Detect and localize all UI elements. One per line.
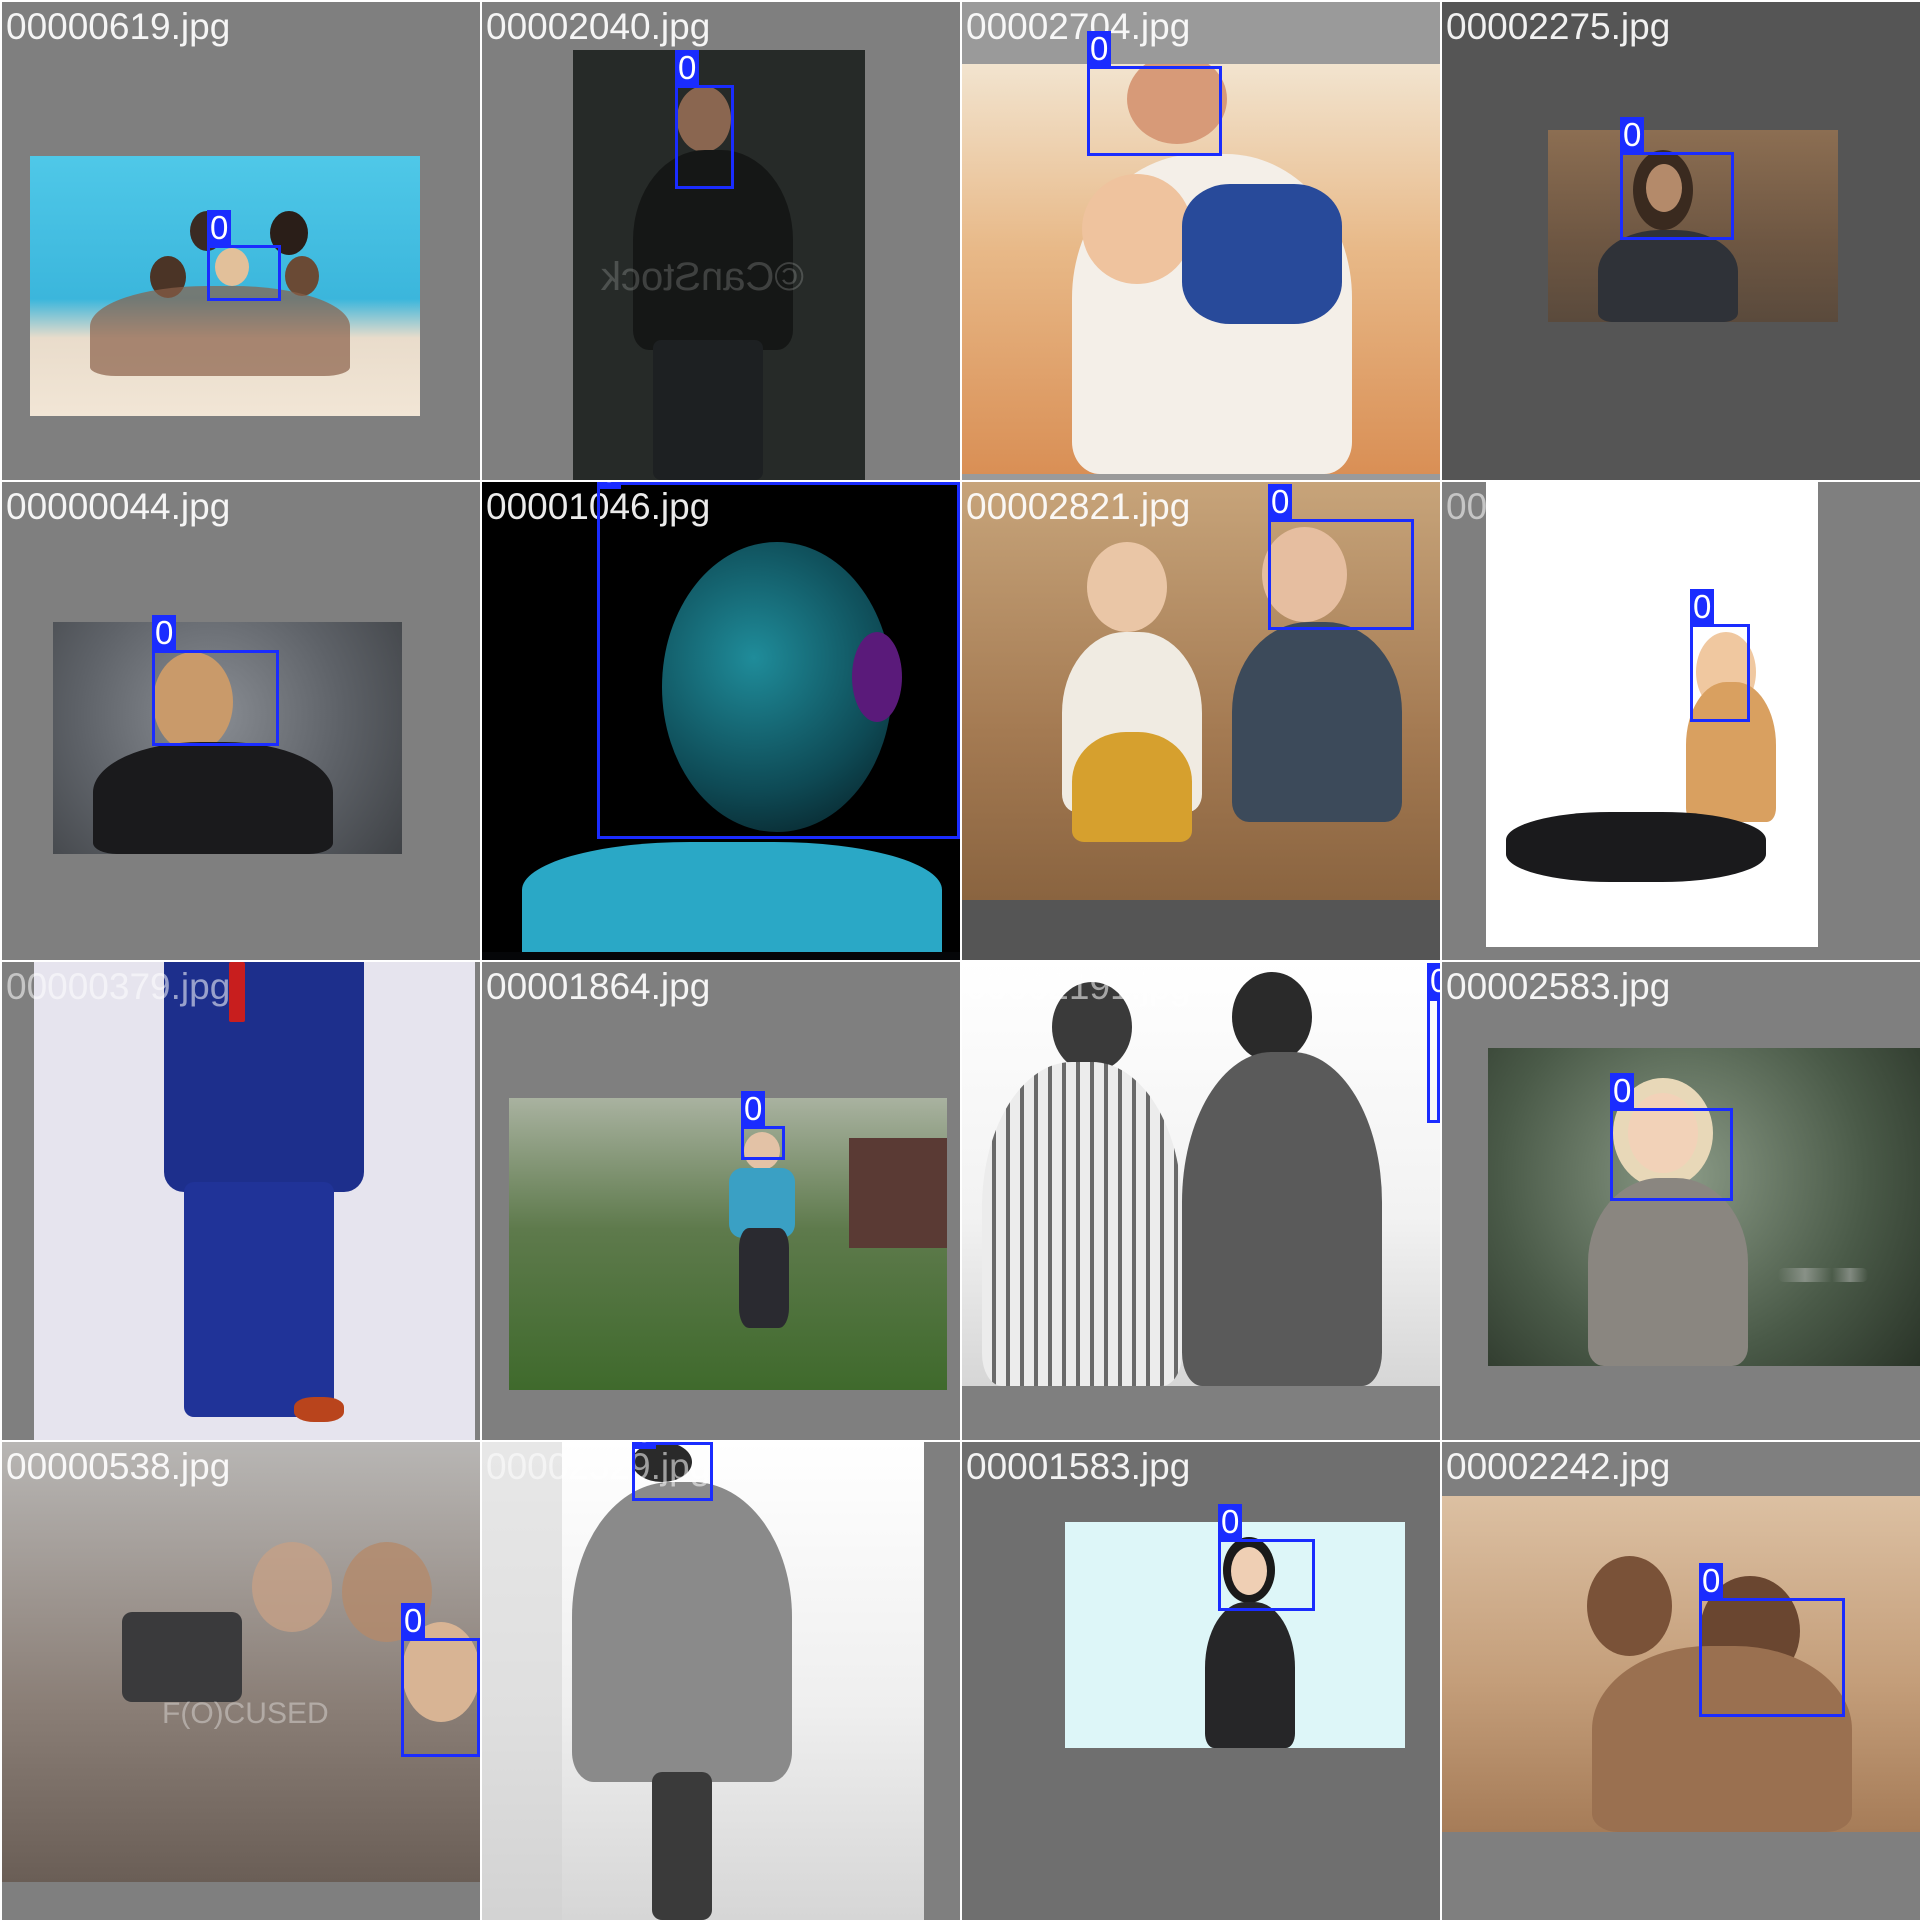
- filename-label: 00002821.jpg: [966, 486, 1191, 527]
- tile-00002704: 00002704.jpg 0: [962, 2, 1440, 480]
- mosaic-grid: 00000619.jpg 0 ©CanStock 00002040.jpg 0 …: [0, 0, 1920, 1920]
- filename-label: 00000538.jpg: [6, 1446, 231, 1487]
- photo-historic-children: [962, 962, 1440, 1386]
- tile-00003163: 00003163.jpg 0: [1442, 482, 1920, 960]
- tile-00001046: 00001046.jpg 0: [482, 482, 960, 960]
- filename-label: 00002191.jpg: [966, 966, 1191, 1007]
- tile-00002242: 00002242.jpg 0: [1442, 1442, 1920, 1920]
- filename-label: 00000619.jpg: [6, 6, 231, 47]
- class-label: 0: [152, 615, 177, 651]
- watermark: F(O)CUSED: [162, 1697, 329, 1730]
- photo-man-blue-suit: [34, 962, 475, 1440]
- tile-00001583: 00001583.jpg 0: [962, 1442, 1440, 1920]
- tile-00002275: 00002275.jpg 0: [1442, 2, 1920, 480]
- face-bounding-box: 0: [1268, 484, 1414, 630]
- class-label: 0: [675, 50, 700, 86]
- tile-00000619: 00000619.jpg 0: [2, 2, 480, 480]
- photo-girl-white-bg: [1486, 482, 1818, 947]
- tile-00002040: ©CanStock 00002040.jpg 0: [482, 2, 960, 480]
- class-label: 0: [632, 1442, 657, 1449]
- face-bounding-box: 0: [675, 50, 734, 189]
- face-bounding-box: 0: [597, 482, 960, 839]
- face-bounding-box: 0: [1427, 963, 1440, 1123]
- tile-00000044: 00000044.jpg 0: [2, 482, 480, 960]
- tile-00002583: 00002583.jpg 0: [1442, 962, 1920, 1440]
- tile-00002191: 00002191.jpg 0: [962, 962, 1440, 1440]
- filename-label: 00000379.jpg: [6, 966, 231, 1007]
- filename-label: 00002275.jpg: [1446, 6, 1671, 47]
- face-bounding-box: 0: [1699, 1563, 1845, 1717]
- face-bounding-box: 0: [1690, 589, 1750, 722]
- class-label: 0: [207, 210, 232, 246]
- face-bounding-box: 0: [632, 1442, 713, 1501]
- tile-00001864: 00001864.jpg 0: [482, 962, 960, 1440]
- tile-00002529: 00002529.jpg 0: [482, 1442, 960, 1920]
- filename-label: 00002242.jpg: [1446, 1446, 1671, 1487]
- face-bounding-box: 0: [1218, 1504, 1315, 1611]
- filename-label: 00002583.jpg: [1446, 966, 1671, 1007]
- filename-label: 00002704.jpg: [966, 6, 1191, 47]
- photo-man-yoga-garden: [509, 1098, 947, 1390]
- class-label: 0: [741, 1091, 766, 1127]
- photo-historic-warrior: [482, 1442, 924, 1920]
- class-label: 0: [401, 1603, 426, 1639]
- face-bounding-box: 0: [1610, 1073, 1733, 1201]
- class-label: 0: [1620, 117, 1645, 153]
- photo-girl-garden: [1488, 1048, 1920, 1366]
- tile-00002821: 00002821.jpg 0: [962, 482, 1440, 960]
- filename-label: 00001864.jpg: [486, 966, 711, 1007]
- tile-00000538: F(O)CUSED 00000538.jpg 0: [2, 1442, 480, 1920]
- filename-label: 00002040.jpg: [486, 6, 711, 47]
- class-label: 0: [597, 482, 622, 489]
- filename-label: 00003163.jpg: [1446, 486, 1671, 527]
- class-label: 0: [1427, 963, 1440, 999]
- face-bounding-box: 0: [741, 1091, 785, 1160]
- tile-00000379: 00000379.jpg: [2, 962, 480, 1440]
- class-label: 0: [1268, 484, 1293, 520]
- class-label: 0: [1690, 589, 1715, 625]
- face-bounding-box: 0: [401, 1603, 480, 1757]
- face-bounding-box: 0: [207, 210, 281, 301]
- signature-watermark: [1778, 1268, 1868, 1282]
- class-label: 0: [1699, 1563, 1724, 1599]
- face-bounding-box: 0: [152, 615, 279, 746]
- photo-sepia-mother-child: [1442, 1496, 1920, 1832]
- face-bounding-box: 0: [1620, 117, 1734, 240]
- class-label: 0: [1610, 1073, 1635, 1109]
- class-label: 0: [1218, 1504, 1243, 1540]
- watermark: ©CanStock: [601, 255, 804, 299]
- class-label: 0: [1087, 31, 1112, 67]
- face-bounding-box: 0: [1087, 31, 1222, 156]
- filename-label: 00000044.jpg: [6, 486, 231, 527]
- filename-label: 00001583.jpg: [966, 1446, 1191, 1487]
